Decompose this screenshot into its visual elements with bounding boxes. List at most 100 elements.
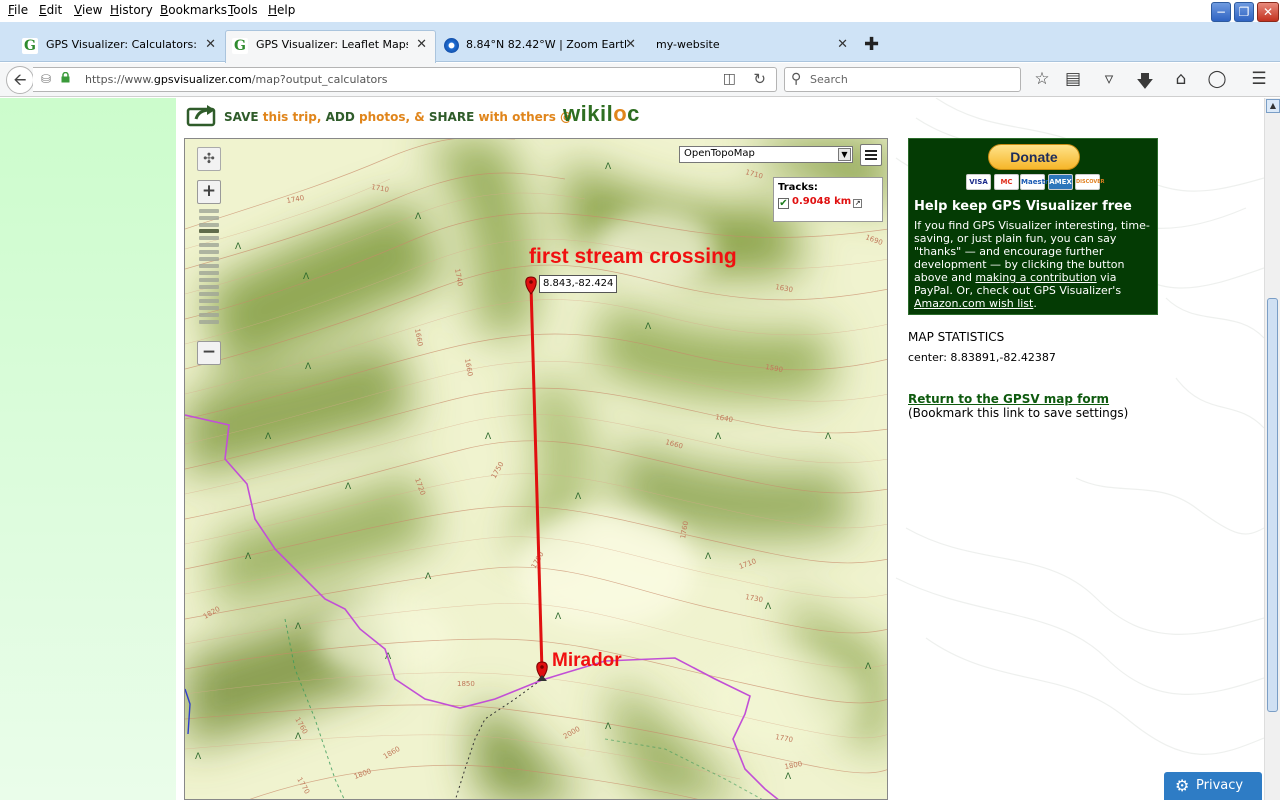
chat-icon[interactable]: ◯: [1206, 69, 1228, 89]
scrollbar-thumb[interactable]: [1267, 298, 1278, 712]
bookmark-star-icon[interactable]: ☆: [1031, 69, 1053, 89]
downloads-icon[interactable]: 🡇: [1134, 69, 1156, 98]
zoom-level-notch[interactable]: [199, 306, 219, 310]
wikiloc-banner[interactable]: SAVE this trip, ADD photos, & SHARE with…: [186, 101, 676, 129]
reload-icon[interactable]: ↻: [753, 70, 766, 88]
scroll-up-arrow-icon[interactable]: ▲: [1266, 99, 1280, 113]
close-tab-icon[interactable]: ✕: [416, 37, 427, 52]
donate-box: Donate VISA MC Maestro AMEX DISCOVER Hel…: [908, 138, 1158, 315]
return-to-map-form-link[interactable]: Return to the GPSV map form: [908, 392, 1109, 406]
zoom-in-button[interactable]: +: [197, 180, 221, 204]
zoom-level-notch[interactable]: [199, 320, 219, 324]
zoom-level-notch[interactable]: [199, 236, 219, 240]
plus-icon: ✚: [864, 34, 880, 55]
zoom-level-notch[interactable]: [199, 257, 219, 261]
menu-history-access-key: H: [110, 3, 120, 17]
zoom-level-notch[interactable]: [199, 285, 219, 289]
zoom-level-notch[interactable]: [199, 223, 219, 227]
track-row: ✔ 0.9048 km ↗: [778, 196, 878, 209]
waypoint-label-mirador[interactable]: Mirador: [552, 650, 622, 672]
menu-help[interactable]: Help: [268, 3, 295, 17]
zoom-level-current[interactable]: [199, 229, 219, 233]
reader-view-icon[interactable]: ◫: [723, 71, 736, 87]
zoom-level-notch[interactable]: [199, 216, 219, 220]
minimize-button[interactable]: −: [1211, 2, 1231, 22]
topo-map-canvas[interactable]: ᐱᐱᐱᐱ ᐱᐱᐱ ᐱ ᐱᐱᐱᐱ ᐱᐱᐱᐱ ᐱᐱᐱᐱ ᐱᐱᐱᐱ 1710 1740 …: [185, 139, 888, 800]
map-type-value: OpenTopoMap: [684, 148, 755, 159]
search-placeholder: Search: [810, 73, 848, 86]
zoom-level-notch[interactable]: [199, 264, 219, 268]
zoom-level-notch[interactable]: [199, 271, 219, 275]
svg-text:ᐱ: ᐱ: [605, 162, 612, 172]
zoom-level-notch[interactable]: [199, 299, 219, 303]
zoom-level-notch[interactable]: [199, 243, 219, 247]
recenter-button[interactable]: ✣: [197, 147, 221, 171]
zoom-to-track-icon[interactable]: ↗: [853, 199, 863, 208]
minus-icon: −: [201, 342, 217, 362]
privacy-button[interactable]: ⚙ Privacy: [1164, 772, 1262, 800]
url-path: /map?output_calculators: [251, 73, 388, 86]
track-visibility-checkbox[interactable]: ✔: [778, 198, 789, 209]
tab-leaflet-maps[interactable]: G GPS Visualizer: Leaflet Maps o... ✕: [225, 30, 436, 63]
making-contribution-link[interactable]: making a contribution: [975, 271, 1096, 284]
maestro-card-icon: Maestro: [1020, 174, 1053, 190]
zoom-level-notch[interactable]: [199, 250, 219, 254]
page-content: SAVE this trip, ADD photos, & SHARE with…: [0, 98, 1264, 800]
new-tab-button[interactable]: ✚: [864, 34, 879, 55]
tab-my-website[interactable]: my-website ✕: [644, 31, 856, 62]
lock-icon[interactable]: [61, 72, 70, 83]
menu-bar-line: [865, 158, 877, 160]
menu-bookmarks[interactable]: Bookmarks: [160, 3, 227, 17]
menu-help-label: elp: [277, 3, 296, 17]
close-window-button[interactable]: ✕: [1257, 2, 1279, 22]
menu-edit-access-key: E: [39, 3, 47, 17]
zoom-level-notch[interactable]: [199, 209, 219, 213]
close-tab-icon[interactable]: ✕: [205, 37, 216, 52]
zoom-out-button[interactable]: −: [197, 341, 221, 365]
zoom-level-notch[interactable]: [199, 313, 219, 317]
menu-bar-line: [865, 154, 877, 156]
home-icon[interactable]: ⌂: [1170, 69, 1192, 89]
svg-text:ᐱ: ᐱ: [785, 772, 792, 782]
chevron-down-icon: ▼: [838, 148, 851, 161]
vertical-scrollbar[interactable]: ▲: [1264, 98, 1280, 800]
zoom-level-notch[interactable]: [199, 278, 219, 282]
wikiloc-logo-o: o: [613, 101, 628, 126]
url-bar[interactable]: ⛁ https://www.gpsvisualizer.com/map?outp…: [33, 67, 777, 92]
close-tab-icon[interactable]: ✕: [625, 37, 636, 52]
reading-list-icon[interactable]: ▤: [1062, 69, 1084, 89]
menu-tools[interactable]: Tools: [228, 3, 258, 17]
svg-text:ᐱ: ᐱ: [235, 242, 242, 252]
zoom-level-notch[interactable]: [199, 292, 219, 296]
tracking-shield-icon[interactable]: ⛁: [41, 72, 51, 86]
menu-history-label: istory: [119, 3, 153, 17]
waypoint-label-first-stream-crossing[interactable]: first stream crossing: [529, 245, 737, 269]
hamburger-menu-icon[interactable]: ☰: [1248, 69, 1270, 89]
menu-edit[interactable]: Edit: [39, 3, 62, 17]
menu-view[interactable]: View: [74, 3, 102, 17]
url-text: https://www.gpsvisualizer.com/map?output…: [85, 73, 388, 86]
amazon-wish-list-link[interactable]: Amazon.com wish list: [914, 297, 1033, 310]
menu-history[interactable]: History: [110, 3, 153, 17]
pocket-icon[interactable]: ▿: [1098, 69, 1120, 89]
close-tab-icon[interactable]: ✕: [837, 37, 848, 52]
map-center-value: center: 8.83891,-82.42387: [908, 351, 1056, 364]
menu-edit-label: dit: [46, 3, 63, 17]
layers-menu-button[interactable]: [860, 144, 882, 166]
restore-button[interactable]: ❐: [1234, 2, 1254, 22]
wikiloc-logo-part-1: wikil: [563, 101, 614, 126]
map-statistics-heading: MAP STATISTICS: [908, 330, 1005, 344]
svg-text:ᐱ: ᐱ: [245, 552, 252, 562]
search-bar[interactable]: ⚲ Search: [784, 67, 1021, 92]
back-button[interactable]: 🡨: [6, 66, 34, 94]
zoom-control[interactable]: + −: [197, 180, 221, 368]
tab-zoom-earth[interactable]: 8.84°N 82.42°W | Zoom Earth ✕: [436, 31, 644, 62]
tab-calculators[interactable]: G GPS Visualizer: Calculators: G... ✕: [16, 31, 224, 62]
map-type-select[interactable]: OpenTopoMap ▼: [679, 146, 853, 163]
minimize-icon: −: [1215, 5, 1227, 19]
menu-file[interactable]: File: [8, 3, 28, 17]
tab-label: GPS Visualizer: Leaflet Maps o...: [256, 38, 408, 51]
leaflet-map[interactable]: ᐱᐱᐱᐱ ᐱᐱᐱᐱ ᐱᐱᐱᐱ ᐱᐱᐱᐱ ᐱᐱᐱᐱ ᐱᐱᐱᐱ 1710 1740 …: [184, 138, 888, 800]
donate-button[interactable]: Donate: [988, 144, 1080, 170]
tracks-title: Tracks:: [778, 182, 818, 193]
